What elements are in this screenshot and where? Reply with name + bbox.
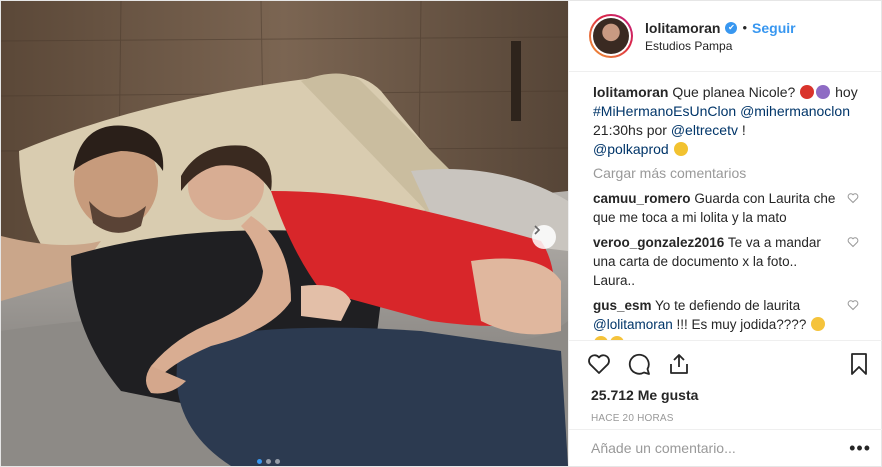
add-comment-input[interactable]	[591, 440, 850, 456]
comment-icon[interactable]	[627, 352, 651, 376]
small-heart-icon[interactable]	[847, 192, 859, 204]
carousel-dot	[266, 459, 271, 464]
carousel-dots	[257, 459, 280, 464]
carousel-dot	[275, 459, 280, 464]
comments-section: lolitamoran Que planea Nicole? hoy #MiHe…	[569, 73, 882, 340]
add-comment-bar: •••	[569, 429, 882, 466]
comment-item: camuu_romero Guarda con Laurita che que …	[593, 189, 859, 227]
person-emoji-icon	[816, 85, 831, 99]
caption-username[interactable]: lolitamoran	[593, 84, 668, 100]
comment-item: veroo_gonzalez2016 Te va a mandar una ca…	[593, 233, 859, 290]
heart-icon[interactable]	[587, 352, 611, 376]
instagram-post: lolitamoran ✔ • Seguir Estudios Pampa lo…	[0, 0, 882, 467]
caption-hashtag[interactable]: #MiHermanoEsUnClon	[593, 103, 736, 119]
author-username[interactable]: lolitamoran	[645, 20, 720, 36]
caption-text-2: hoy	[835, 84, 858, 100]
bookmark-icon[interactable]	[847, 352, 871, 376]
follow-button[interactable]: Seguir	[752, 20, 796, 36]
caption-mention-3[interactable]: @polkaprod	[593, 141, 669, 157]
comment-username[interactable]: gus_esm	[593, 298, 652, 313]
devil-emoji-icon	[800, 85, 815, 99]
author-avatar[interactable]	[589, 14, 633, 58]
likes-count[interactable]: 25.712 Me gusta	[591, 387, 871, 403]
comment-mention[interactable]: @lolitamoran	[593, 317, 673, 332]
post-location[interactable]: Estudios Pampa	[645, 39, 796, 53]
post-photo[interactable]	[1, 1, 568, 466]
laughing-emoji-icon	[811, 317, 826, 331]
carousel-dot-active	[257, 459, 262, 464]
small-heart-icon[interactable]	[847, 299, 859, 311]
caption-text-3: 21:30hs por	[593, 122, 667, 138]
share-icon[interactable]	[667, 352, 691, 376]
caption-mention-2[interactable]: @eltrecetv	[671, 122, 738, 138]
next-photo-button[interactable]	[532, 225, 556, 249]
photo-illustration	[1, 1, 568, 466]
verified-badge-icon: ✔	[725, 21, 738, 34]
load-more-comments-button[interactable]: Cargar más comentarios	[593, 165, 859, 181]
post-timestamp: HACE 20 HORAS	[591, 413, 674, 424]
caption-mention-1[interactable]: @mihermanoclon	[740, 103, 850, 119]
small-heart-icon[interactable]	[847, 236, 859, 248]
caption-text-4: !	[741, 122, 746, 138]
caption-text-1: Que planea Nicole?	[672, 84, 796, 100]
comment-item: gus_esm Yo te defiendo de laurita @lolit…	[593, 296, 859, 340]
moon-emoji-icon	[673, 142, 688, 156]
next-arrow-icon	[534, 225, 541, 235]
separator: •	[742, 20, 748, 35]
comment-username[interactable]: veroo_gonzalez2016	[593, 235, 724, 250]
post-caption: lolitamoran Que planea Nicole? hoy #MiHe…	[593, 83, 859, 159]
comment-text: Yo te defiendo de laurita	[655, 298, 801, 313]
comment-username[interactable]: camuu_romero	[593, 191, 691, 206]
post-actions: 25.712 Me gusta HACE 20 HORAS	[569, 340, 882, 424]
comment-text-after: !!! Es muy jodida????	[676, 317, 807, 332]
post-side-panel: lolitamoran ✔ • Seguir Estudios Pampa lo…	[568, 1, 882, 466]
post-header: lolitamoran ✔ • Seguir Estudios Pampa	[569, 1, 881, 72]
more-options-button[interactable]: •••	[849, 438, 871, 459]
